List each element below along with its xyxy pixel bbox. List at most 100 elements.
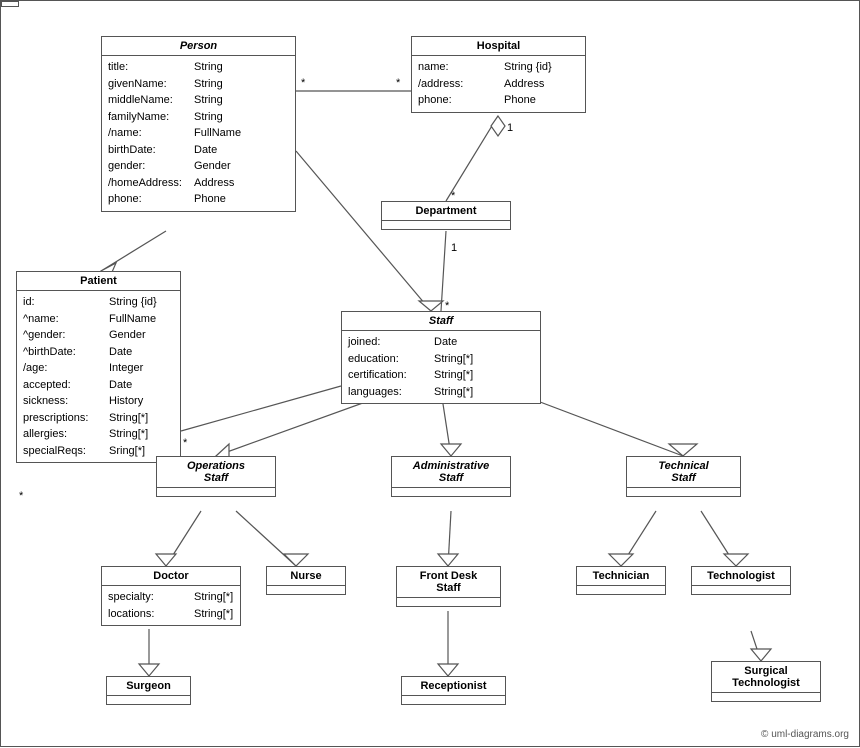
hospital-header: Hospital (412, 37, 585, 56)
uml-box-surgical_technologist: SurgicalTechnologist (711, 661, 821, 702)
attr-row: specialReqs:Sring[*] (23, 443, 174, 460)
person-header: Person (102, 37, 295, 56)
attr-name: /age: (23, 360, 103, 377)
attr-name: ^gender: (23, 327, 103, 344)
attr-row: joined: Date (348, 334, 534, 351)
attr-name: title: (108, 59, 188, 76)
attr-type: String (194, 92, 223, 109)
attr-name: ^name: (23, 311, 103, 328)
svg-text:*: * (19, 490, 24, 502)
attr-type: History (109, 393, 143, 410)
front_desk-header: Front DeskStaff (397, 567, 500, 598)
attr-name: joined: (348, 334, 428, 351)
attr-type: Address (194, 175, 234, 192)
attr-name: /homeAddress: (108, 175, 188, 192)
attr-type: FullName (194, 125, 241, 142)
attr-type: Date (194, 142, 217, 159)
attr-row: accepted:Date (23, 377, 174, 394)
attr-row: phone: Phone (418, 92, 579, 109)
attr-name: gender: (108, 158, 188, 175)
attr-row: id:String {id} (23, 294, 174, 311)
attr-type: String[*] (194, 589, 233, 606)
svg-text:*: * (183, 437, 188, 449)
uml-box-nurse: Nurse (266, 566, 346, 595)
surgical_technologist-body (712, 693, 820, 701)
attr-name: middleName: (108, 92, 188, 109)
attr-row: education:String[*] (348, 351, 534, 368)
attr-row: ^name: FullName (23, 311, 174, 328)
attr-row: ^gender: Gender (23, 327, 174, 344)
technologist-body (692, 586, 790, 594)
doctor-body: specialty:String[*]locations:String[*] (102, 586, 240, 625)
attr-name: education: (348, 351, 428, 368)
attr-type: Date (434, 334, 457, 351)
uml-box-doctor: Doctorspecialty:String[*]locations:Strin… (101, 566, 241, 626)
attr-name: familyName: (108, 109, 188, 126)
attr-type: String {id} (504, 59, 552, 76)
attr-type: Gender (194, 158, 231, 175)
uml-box-technician: Technician (576, 566, 666, 595)
uml-box-technical_staff: TechnicalStaff (626, 456, 741, 497)
copyright-label: © uml-diagrams.org (761, 729, 849, 740)
attr-name: sickness: (23, 393, 103, 410)
attr-name: /address: (418, 76, 498, 93)
surgeon-body (107, 696, 190, 704)
attr-type: Date (109, 377, 132, 394)
attr-name: phone: (418, 92, 498, 109)
uml-box-staff: Staffjoined:Dateeducation:String[*]certi… (341, 311, 541, 404)
nurse-header: Nurse (267, 567, 345, 586)
attr-name: languages: (348, 384, 428, 401)
attr-row: gender: Gender (108, 158, 289, 175)
attr-name: allergies: (23, 426, 103, 443)
attr-name: prescriptions: (23, 410, 103, 427)
diagram-container: * * 1 * 1 * * (0, 0, 860, 747)
patient-header: Patient (17, 272, 180, 291)
surgical_technologist-header: SurgicalTechnologist (712, 662, 820, 693)
technician-body (577, 586, 665, 594)
uml-box-front_desk: Front DeskStaff (396, 566, 501, 607)
attr-type: Phone (504, 92, 536, 109)
staff-header: Staff (342, 312, 540, 331)
attr-name: locations: (108, 606, 188, 623)
attr-row: ^birthDate: Date (23, 344, 174, 361)
staff-body: joined:Dateeducation:String[*]certificat… (342, 331, 540, 403)
attr-row: title:String (108, 59, 289, 76)
attr-name: name: (418, 59, 498, 76)
uml-box-hospital: Hospital name: String {id} /address: Address… (411, 36, 586, 113)
nurse-body (267, 586, 345, 594)
attr-name: certification: (348, 367, 428, 384)
attr-row: givenName:String (108, 76, 289, 93)
receptionist-header: Receptionist (402, 677, 505, 696)
technical_staff-header: TechnicalStaff (627, 457, 740, 488)
svg-text:1: 1 (507, 122, 513, 134)
attr-name: ^birthDate: (23, 344, 103, 361)
attr-type: Date (109, 344, 132, 361)
doctor-header: Doctor (102, 567, 240, 586)
attr-type: Address (504, 76, 544, 93)
svg-text:*: * (301, 77, 306, 89)
attr-name: phone: (108, 191, 188, 208)
uml-box-department: Department (381, 201, 511, 230)
admin_staff-header: AdministrativeStaff (392, 457, 510, 488)
diagram-title (1, 1, 19, 7)
attr-name: /name: (108, 125, 188, 142)
attr-type: String[*] (434, 384, 473, 401)
attr-type: Gender (109, 327, 146, 344)
technologist-header: Technologist (692, 567, 790, 586)
attr-row: phone:Phone (108, 191, 289, 208)
attr-row: languages: String[*] (348, 384, 534, 401)
attr-name: birthDate: (108, 142, 188, 159)
department-header: Department (382, 202, 510, 221)
uml-box-receptionist: Receptionist (401, 676, 506, 705)
surgeon-header: Surgeon (107, 677, 190, 696)
attr-name: id: (23, 294, 103, 311)
attr-row: familyName:String (108, 109, 289, 126)
attr-type: FullName (109, 311, 156, 328)
attr-type: Sring[*] (109, 443, 145, 460)
attr-row: middleName: String (108, 92, 289, 109)
uml-box-surgeon: Surgeon (106, 676, 191, 705)
operations_staff-body (157, 488, 275, 496)
hospital-body: name: String {id} /address: Address phone: Ph… (412, 56, 585, 112)
attr-row: sickness: History (23, 393, 174, 410)
department-body (382, 221, 510, 229)
